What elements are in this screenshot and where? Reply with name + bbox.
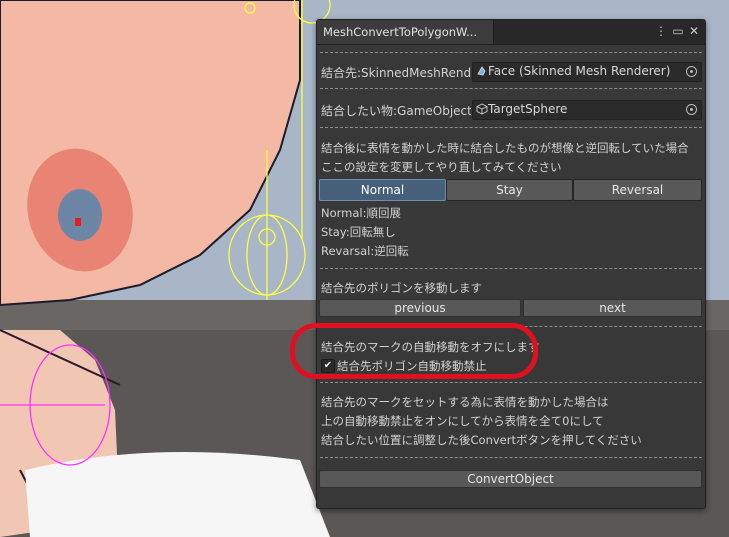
source-object-value: TargetSphere [488,102,568,116]
separator [320,457,702,458]
source-field-label: 結合したい物:GameObject [321,104,471,118]
convert-object-button[interactable]: ConvertObject [319,470,702,488]
move-label: 結合先のポリゴンを移動します [321,281,482,295]
separator [320,52,702,53]
separator [320,382,702,383]
instruction-line-1: 結合先のマークをセットする為に表情を動かした場合は [321,395,609,409]
target-field-label: 結合先:SkinnedMeshRende [321,66,471,80]
window-tabbar: MeshConvertToPolygonW... ⋮ ▭ ✕ [317,20,705,45]
object-picker-icon[interactable] [686,66,697,77]
previous-button[interactable]: previous [319,299,521,317]
rotation-description-1: 結合後に表情を動かした時に結合したものが想像と逆回転していた場合 [321,141,689,155]
help-stay: Stay:回転無し [321,225,396,239]
skinned-mesh-icon [477,66,486,76]
toggle-stay[interactable]: Stay [446,179,573,201]
help-reversal: Revarsal:逆回転 [321,244,409,258]
help-normal: Normal:順回展 [321,206,401,220]
target-object-field[interactable]: Face (Skinned Mesh Renderer) [472,62,702,82]
maximize-icon[interactable]: ▭ [671,23,685,39]
close-icon[interactable]: ✕ [687,23,701,39]
object-picker-icon[interactable] [686,104,697,115]
separator [320,268,702,269]
window-tab[interactable]: MeshConvertToPolygonW... [317,20,494,44]
window-title: MeshConvertToPolygonW... [323,25,478,39]
target-object-value: Face (Skinned Mesh Renderer) [488,64,671,78]
toggle-normal[interactable]: Normal [319,179,446,201]
source-object-field[interactable]: TargetSphere [472,100,702,120]
kebab-menu-icon[interactable]: ⋮ [654,23,668,39]
toggle-reversal[interactable]: Reversal [573,179,702,201]
separator [320,88,702,89]
instruction-line-3: 結合したい位置に調整した後Convertボタンを押してください [321,433,642,447]
mesh-convert-window: MeshConvertToPolygonW... ⋮ ▭ ✕ 結合先:Skinn… [316,19,706,509]
gameobject-cube-icon [476,103,488,115]
separator [320,127,702,128]
rotation-description-2: ここの設定を変更してやり直してみてください [321,160,562,174]
red-annotation-highlight [290,323,538,379]
instruction-line-2: 上の自動移動禁止をオンにしてから表情を全て0にして [321,414,604,428]
next-button[interactable]: next [523,299,702,317]
target-sphere [58,189,102,241]
